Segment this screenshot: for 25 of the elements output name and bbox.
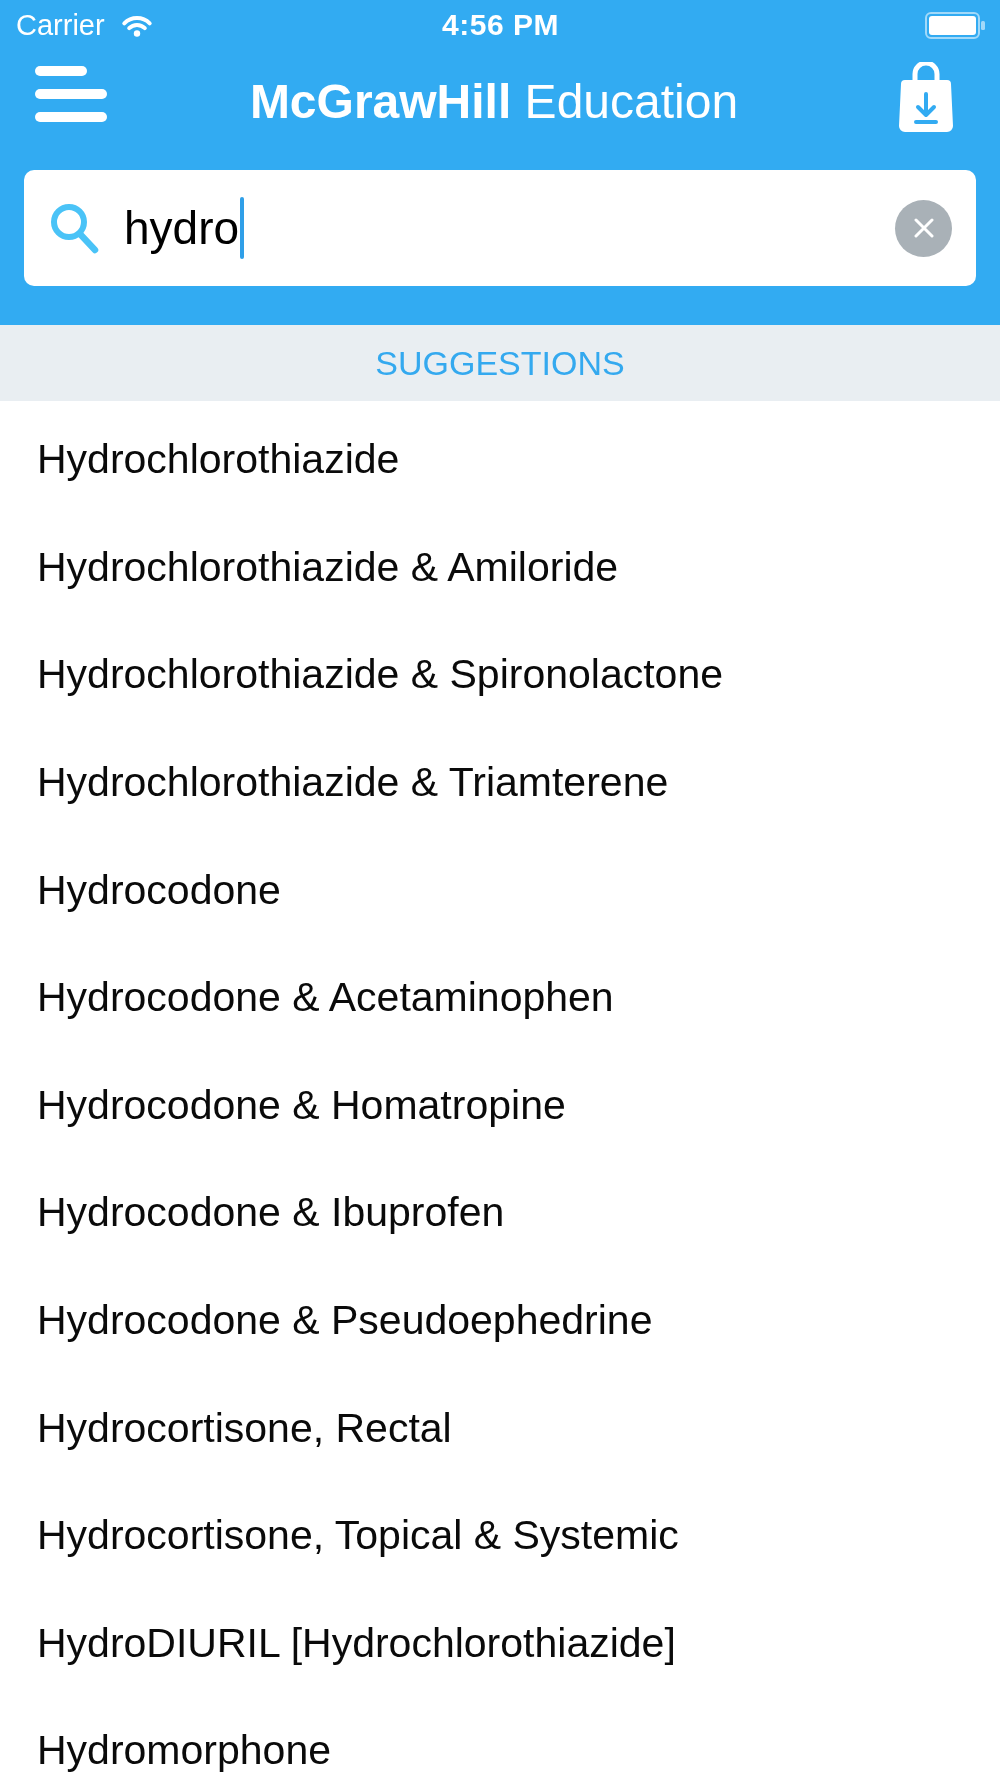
search-field[interactable]: hydro [24,170,976,286]
section-title: SUGGESTIONS [375,346,625,380]
suggestion-item[interactable]: Hydrocortisone, Topical & Systemic [37,1512,679,1560]
suggestion-item[interactable]: Hydrochlorothiazide [37,436,400,484]
menu-icon[interactable] [35,66,107,122]
suggestion-item[interactable]: Hydrocodone & Ibuprofen [37,1189,505,1237]
close-icon [913,218,934,238]
suggestion-item[interactable]: Hydrocortisone, Rectal [37,1404,452,1452]
suggestion-item[interactable]: Hydrochlorothiazide & Triamterene [37,759,669,807]
wifi-icon [120,13,153,37]
suggestion-item[interactable]: Hydrocodone [37,866,281,914]
suggestion-item[interactable]: Hydrochlorothiazide & Amiloride [37,543,619,591]
search-icon [50,202,99,254]
suggestion-item[interactable]: Hydrocodone & Pseudoephedrine [37,1296,653,1345]
suggestion-item[interactable]: Hydromorphone [37,1727,331,1775]
battery-icon [925,11,985,39]
suggestion-item[interactable]: Hydrocodone & Homatropine [37,1081,566,1129]
carrier-label: Carrier [16,10,105,40]
download-bag-icon[interactable] [899,62,953,132]
clear-button[interactable] [895,199,952,257]
status-time: 4:56 PM [442,10,559,40]
suggestion-item[interactable]: Hydrochlorothiazide & Spironolactone [37,651,723,699]
app-title: McGrawHill Education [249,74,739,130]
suggestion-item[interactable]: Hydrocodone & Acetaminophen [37,974,614,1022]
suggestion-item[interactable]: HydroDIURIL [Hydrochlorothiazide] [37,1619,676,1667]
